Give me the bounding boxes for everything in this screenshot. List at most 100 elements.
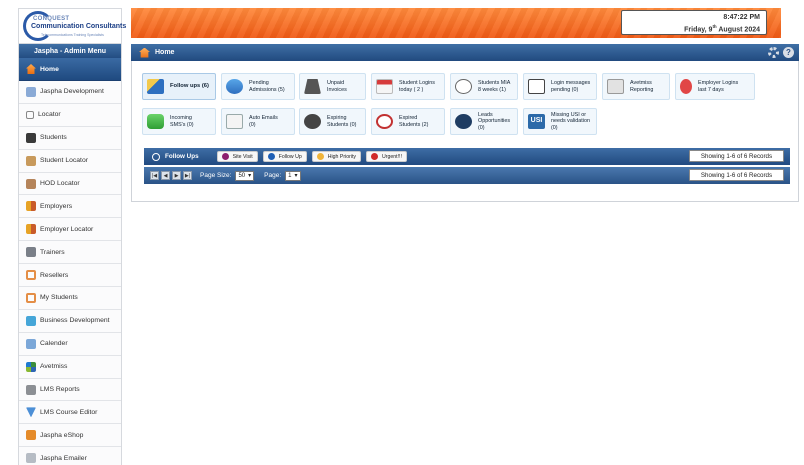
- tile-expired-students[interactable]: Expired Students (2): [371, 108, 445, 135]
- sidebar-item-label: LMS Course Editor: [40, 408, 98, 416]
- sidebar-item-student-locator[interactable]: Student Locator: [19, 149, 121, 173]
- legend-follow-up[interactable]: Follow Up: [262, 151, 307, 162]
- logo-line-1: CONQUEST: [33, 16, 70, 22]
- sidebar-item-label: Business Development: [40, 317, 110, 325]
- pending-icon: [226, 79, 243, 94]
- tile-employer-logins[interactable]: Employer Logins last 7 days: [675, 73, 755, 100]
- legend-site-visit[interactable]: Site Visit: [216, 151, 258, 162]
- sidebar-item-jaspha-development[interactable]: Jaspha Development: [19, 81, 121, 104]
- sidebar-item-label: LMS Reports: [40, 386, 80, 394]
- invoice-icon: [304, 79, 321, 94]
- sidebar-item-lms-reports[interactable]: LMS Reports: [19, 378, 121, 402]
- tile-auto-emails[interactable]: Auto Emails (0): [221, 108, 295, 135]
- sidebar-item-employers[interactable]: Employers: [19, 195, 121, 219]
- reports-icon: [26, 384, 36, 395]
- sidebar-item-locator[interactable]: Locator: [19, 103, 121, 127]
- company-logo[interactable]: CONQUEST Communication Consultants Telec…: [18, 8, 126, 44]
- home-icon: [26, 64, 36, 74]
- first-page-button[interactable]: |◀: [150, 171, 159, 180]
- sidebar-item-trainers[interactable]: Trainers: [19, 241, 121, 265]
- sidebar-item-students[interactable]: Students: [19, 126, 121, 150]
- development-icon: [26, 86, 36, 97]
- calendar-icon: [26, 338, 36, 349]
- pencil-note-icon: [147, 79, 164, 94]
- tile-missing-usi[interactable]: USI Missing USI or needs validation (0): [523, 108, 597, 135]
- page-size-select[interactable]: 50 ▾: [235, 170, 255, 181]
- chevron-down-icon: ▾: [248, 173, 252, 179]
- follow-ups-title: Follow Ups: [165, 153, 199, 160]
- person-icon: [26, 155, 36, 166]
- legend-urgent[interactable]: Urgent!!!: [366, 151, 407, 162]
- tile-follow-ups[interactable]: Follow ups (6): [142, 73, 216, 100]
- globe-icon: [26, 361, 36, 372]
- trainers-icon: [26, 247, 36, 258]
- sidebar-item-label: Jaspha eShop: [40, 431, 84, 439]
- sidebar-header: Jaspha - Admin Menu: [19, 44, 121, 58]
- tile-student-logins[interactable]: Student Logins today ( 2 ): [371, 73, 445, 100]
- gear-icon[interactable]: [768, 47, 779, 58]
- clock-widget: 8:47:22 PM Friday, 9th August 2024: [621, 10, 767, 35]
- sidebar-item-jaspha-eshop[interactable]: Jaspha eShop: [19, 424, 121, 448]
- my-students-icon: [26, 292, 36, 303]
- sidebar-item-calender[interactable]: Calender: [19, 332, 121, 356]
- next-page-button[interactable]: ▶: [172, 171, 181, 180]
- shop-icon: [26, 430, 36, 441]
- magnifier-icon: [26, 110, 34, 119]
- help-icon[interactable]: ?: [783, 47, 794, 58]
- clock-date: Friday, 9th August 2024: [684, 24, 760, 34]
- resellers-icon: [26, 270, 36, 281]
- page-size-label: Page Size:: [200, 172, 232, 179]
- prev-page-button[interactable]: ◀: [161, 171, 170, 180]
- leads-icon: [455, 114, 472, 129]
- sidebar-item-label: Home: [40, 65, 59, 73]
- page-title-bar: Home ?: [131, 44, 799, 61]
- sidebar-item-home[interactable]: Home: [19, 58, 121, 81]
- sidebar-item-lms-course-editor[interactable]: LMS Course Editor: [19, 401, 121, 425]
- sidebar-item-employer-locator[interactable]: Employer Locator: [19, 218, 121, 242]
- tile-unpaid-invoices[interactable]: Unpaid Invoices: [299, 73, 366, 100]
- expiring-icon: [304, 114, 321, 129]
- search-icon[interactable]: [152, 152, 160, 161]
- usi-icon: USI: [528, 114, 545, 129]
- sidebar-item-jaspha-emailer[interactable]: Jaspha Emailer: [19, 447, 121, 465]
- sidebar-item-label: Resellers: [40, 271, 69, 279]
- sidebar-item-label: Students: [40, 134, 67, 142]
- last-page-button[interactable]: ▶|: [183, 171, 192, 180]
- sidebar-item-label: Avetmiss: [40, 363, 68, 371]
- sidebar-item-label: Trainers: [40, 248, 65, 256]
- tile-incoming-sms[interactable]: Incoming SMS's (0): [142, 108, 216, 135]
- sidebar-item-label: Student Locator: [40, 157, 88, 165]
- chevron-down-icon: ▾: [294, 173, 298, 179]
- sidebar: Jaspha - Admin Menu Home Jaspha Developm…: [18, 44, 122, 465]
- sidebar-item-business-development[interactable]: Business Development: [19, 309, 121, 333]
- sidebar-item-avetmiss[interactable]: Avetmiss: [19, 355, 121, 379]
- sidebar-item-label: Employers: [40, 202, 73, 210]
- logo-line-3: Telecommunications Training Specialists: [41, 33, 104, 37]
- tile-expiring-students[interactable]: Expiring Students (0): [299, 108, 366, 135]
- tile-login-messages[interactable]: Login messages pending (0): [523, 73, 597, 100]
- tile-avetmiss-reporting[interactable]: Avetmiss Reporting: [602, 73, 670, 100]
- sidebar-item-hod-locator[interactable]: HOD Locator: [19, 172, 121, 196]
- expired-icon: [376, 114, 393, 129]
- employers-icon: [26, 201, 36, 212]
- tile-leads[interactable]: Leads Opportunities (0): [450, 108, 518, 135]
- home-icon: [139, 47, 150, 58]
- tile-students-mia[interactable]: Students MIA 8 weeks (1): [450, 73, 518, 100]
- sidebar-item-my-students[interactable]: My Students: [19, 287, 121, 310]
- sidebar-item-label: Calender: [40, 340, 68, 348]
- page-label: Page:: [264, 172, 282, 179]
- clock-time: 8:47:22 PM: [723, 14, 760, 21]
- page-title: Home: [155, 49, 175, 56]
- legend-high-priority[interactable]: High Priority: [311, 151, 362, 162]
- message-icon: [528, 79, 545, 94]
- pager-bar: |◀ ◀ ▶ ▶| Page Size: 50 ▾ Page: 1 ▾ Showin…: [144, 167, 790, 184]
- sidebar-item-label: Locator: [38, 111, 61, 119]
- sidebar-item-label: HOD Locator: [40, 180, 80, 187]
- calendar-icon: [376, 79, 393, 94]
- emailer-icon: [26, 453, 36, 464]
- header-banner: 8:47:22 PM Friday, 9th August 2024: [131, 8, 781, 38]
- page-select[interactable]: 1 ▾: [285, 170, 301, 181]
- sidebar-item-resellers[interactable]: Resellers: [19, 264, 121, 288]
- tile-pending-admissions[interactable]: Pending Admissions (5): [221, 73, 295, 100]
- dashboard-panel: Follow ups (6) Pending Admissions (5) Unp…: [131, 61, 799, 202]
